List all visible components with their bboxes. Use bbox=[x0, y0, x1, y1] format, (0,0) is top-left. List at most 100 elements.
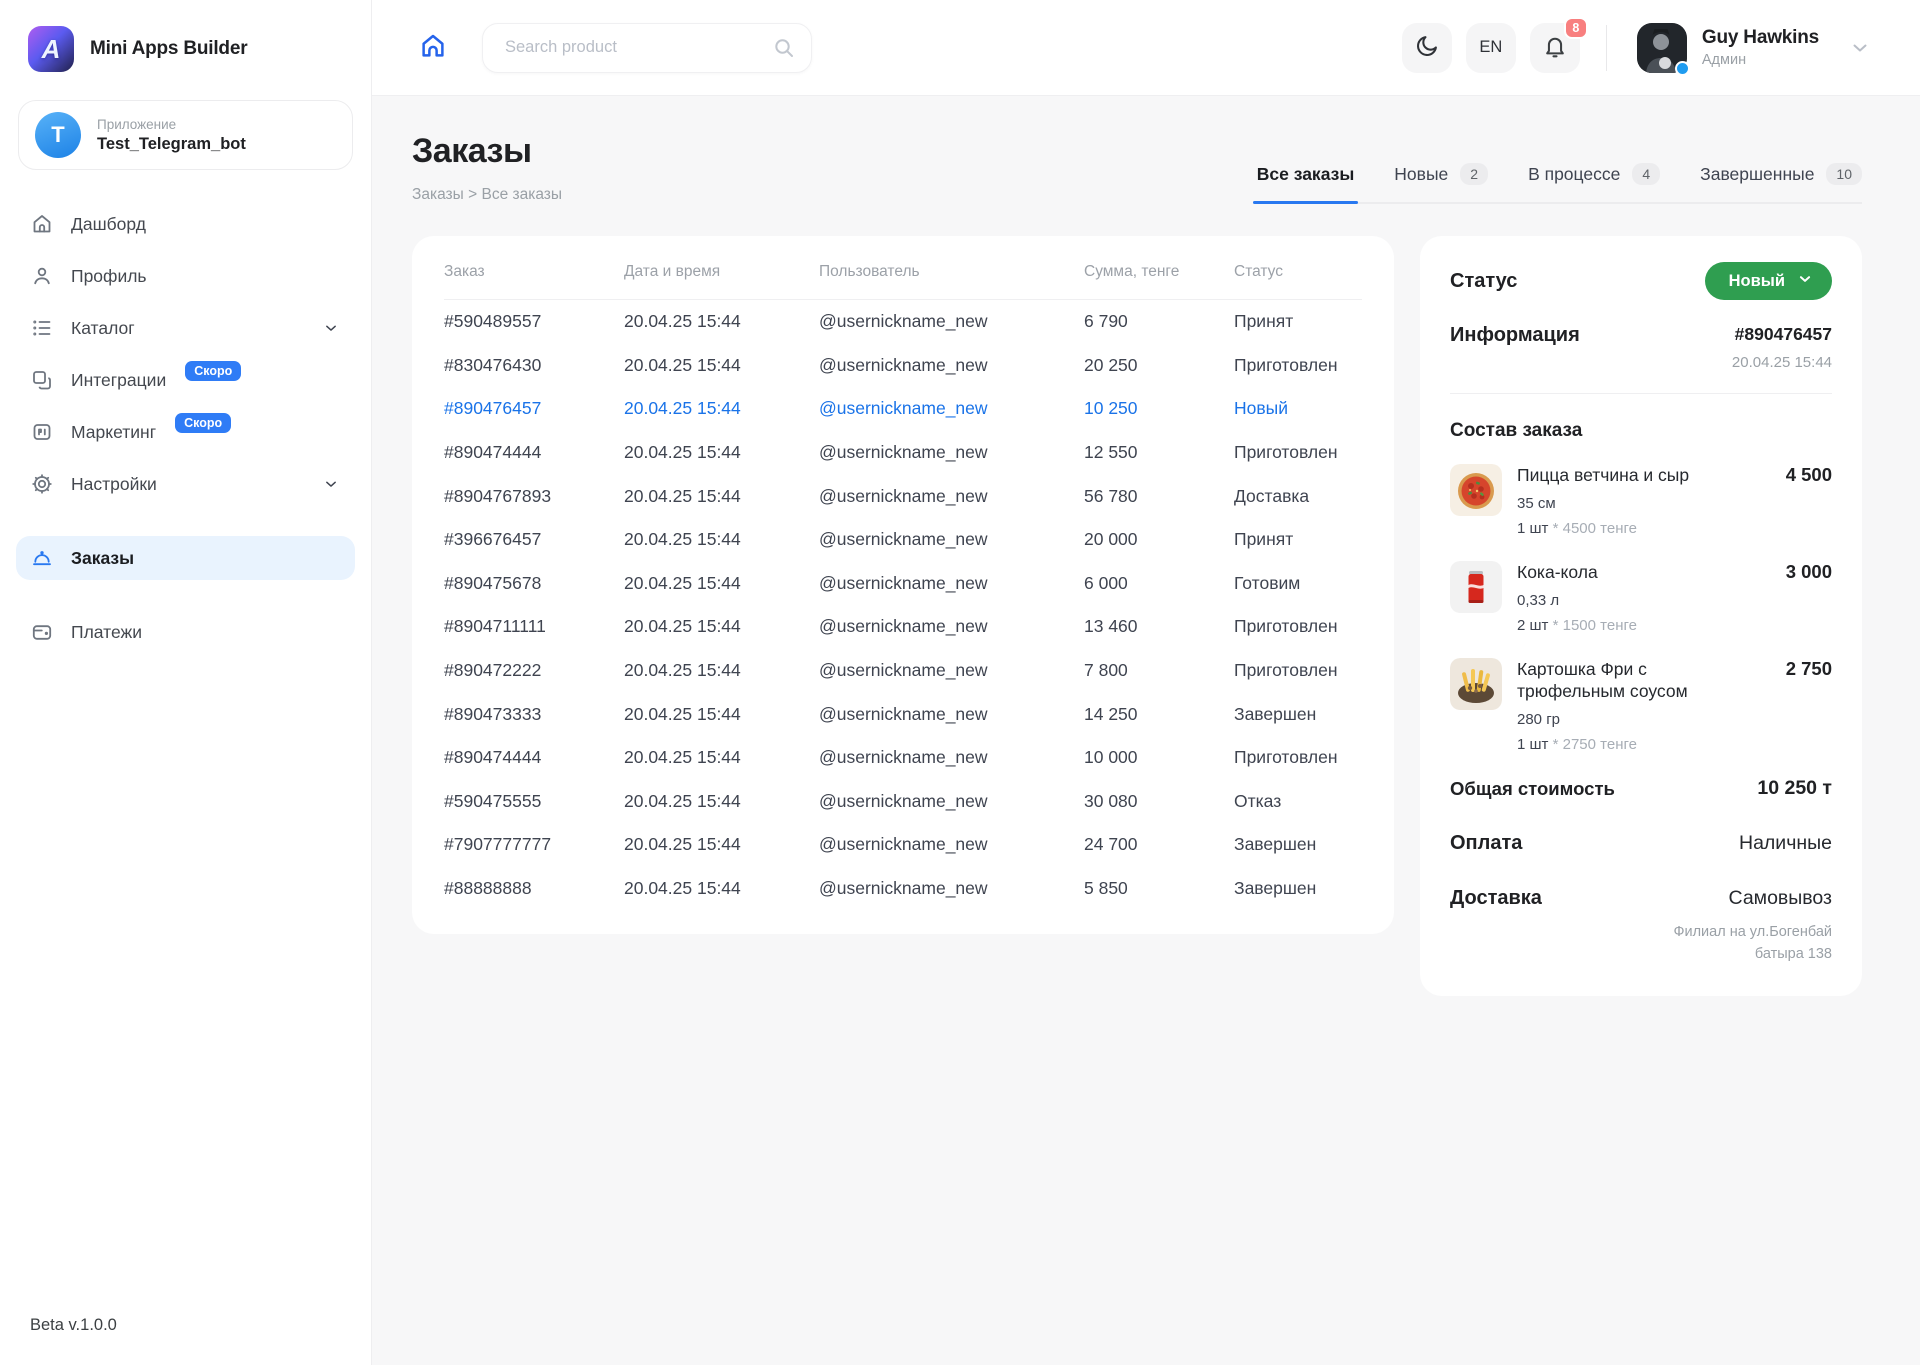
item-name: Пицца ветчина и сыр bbox=[1517, 464, 1732, 487]
app-selector-card[interactable]: T Приложение Test_Telegram_bot bbox=[18, 100, 353, 170]
table-row[interactable]: #88888888 20.04.25 15:44 @usernickname_n… bbox=[444, 867, 1362, 911]
tab-in-progress[interactable]: В процессе 4 bbox=[1528, 163, 1660, 202]
app-title: Mini Apps Builder bbox=[90, 38, 247, 60]
sidebar-item-marketing[interactable]: Маркетинг Скоро bbox=[16, 410, 355, 454]
sidebar-item-settings[interactable]: Настройки bbox=[16, 462, 355, 506]
order-amount: 5 850 bbox=[1084, 878, 1234, 899]
sidebar-item-orders[interactable]: Заказы bbox=[16, 536, 355, 580]
item-qty: 1 шт bbox=[1517, 736, 1548, 753]
order-amount: 56 780 bbox=[1084, 486, 1234, 507]
table-row[interactable]: #890476457 20.04.25 15:44 @usernickname_… bbox=[444, 387, 1362, 431]
sidebar-item-integrations[interactable]: Интеграции Скоро bbox=[16, 358, 355, 402]
table-row[interactable]: #8904767893 20.04.25 15:44 @usernickname… bbox=[444, 474, 1362, 518]
order-status: Принят bbox=[1234, 311, 1362, 332]
order-user: @usernickname_new bbox=[819, 442, 1084, 463]
order-user: @usernickname_new bbox=[819, 398, 1084, 419]
theme-toggle-button[interactable] bbox=[1402, 23, 1452, 73]
order-datetime: 20.04.25 15:44 bbox=[624, 398, 819, 419]
bot-avatar: T bbox=[35, 112, 81, 158]
sidebar-item-profile[interactable]: Профиль bbox=[16, 254, 355, 298]
order-user: @usernickname_new bbox=[819, 355, 1084, 376]
order-status: Завершен bbox=[1234, 834, 1362, 855]
table-row[interactable]: #830476430 20.04.25 15:44 @usernickname_… bbox=[444, 344, 1362, 388]
payment-label: Оплата bbox=[1450, 832, 1522, 855]
sidebar-item-catalog[interactable]: Каталог bbox=[16, 306, 355, 350]
order-status: Завершен bbox=[1234, 878, 1362, 899]
tab-label: Все заказы bbox=[1257, 164, 1355, 185]
sidebar-item-label: Каталог bbox=[71, 318, 135, 339]
app-brand: A Mini Apps Builder bbox=[0, 0, 371, 78]
home-icon bbox=[30, 212, 54, 236]
moon-icon bbox=[1414, 33, 1440, 62]
tab-completed[interactable]: Завершенные 10 bbox=[1700, 163, 1862, 202]
order-status: Принят bbox=[1234, 529, 1362, 550]
order-user: @usernickname_new bbox=[819, 747, 1084, 768]
item-qty: 1 шт bbox=[1517, 520, 1548, 537]
order-amount: 13 460 bbox=[1084, 616, 1234, 637]
tab-label: Завершенные bbox=[1700, 164, 1814, 185]
order-id: #8904767893 bbox=[444, 486, 624, 507]
total-row: Общая стоимость 10 250 т bbox=[1450, 777, 1832, 800]
user-menu[interactable]: Guy Hawkins Админ bbox=[1637, 23, 1872, 73]
order-id: #590489557 bbox=[444, 311, 624, 332]
marketing-icon bbox=[30, 420, 54, 444]
tab-all-orders[interactable]: Все заказы bbox=[1257, 163, 1355, 202]
table-row[interactable]: #890472222 20.04.25 15:44 @usernickname_… bbox=[444, 649, 1362, 693]
order-datetime: 20.04.25 15:44 bbox=[624, 791, 819, 812]
order-amount: 10 000 bbox=[1084, 747, 1234, 768]
user-avatar bbox=[1637, 23, 1687, 73]
table-row[interactable]: #890475678 20.04.25 15:44 @usernickname_… bbox=[444, 562, 1362, 606]
item-name: Картошка Фри с трюфельным соусом bbox=[1517, 658, 1732, 704]
search-input[interactable] bbox=[482, 23, 812, 73]
multiply-sign: * bbox=[1553, 736, 1559, 753]
column-header: Статус bbox=[1234, 263, 1362, 281]
multiply-sign: * bbox=[1553, 617, 1559, 634]
order-id: #8904711111 bbox=[444, 616, 624, 637]
orders-table-body: #590489557 20.04.25 15:44 @usernickname_… bbox=[444, 300, 1362, 910]
item-unit-price: 4500 тенге bbox=[1563, 520, 1637, 537]
status-value: Новый bbox=[1729, 272, 1785, 291]
order-user: @usernickname_new bbox=[819, 486, 1084, 507]
app-card-label: Приложение bbox=[97, 117, 246, 132]
sidebar-item-dashboard[interactable]: Дашборд bbox=[16, 202, 355, 246]
tab-new[interactable]: Новые 2 bbox=[1394, 163, 1488, 202]
status-dropdown[interactable]: Новый bbox=[1705, 262, 1832, 300]
table-row[interactable]: #8904711111 20.04.25 15:44 @usernickname… bbox=[444, 605, 1362, 649]
search-box bbox=[482, 23, 812, 73]
tab-label: В процессе bbox=[1528, 164, 1620, 185]
order-amount: 14 250 bbox=[1084, 704, 1234, 725]
table-row[interactable]: #890474444 20.04.25 15:44 @usernickname_… bbox=[444, 736, 1362, 780]
order-user: @usernickname_new bbox=[819, 834, 1084, 855]
order-user: @usernickname_new bbox=[819, 878, 1084, 899]
order-amount: 24 700 bbox=[1084, 834, 1234, 855]
table-row[interactable]: #7907777777 20.04.25 15:44 @usernickname… bbox=[444, 823, 1362, 867]
notifications-button[interactable]: 8 bbox=[1530, 23, 1580, 73]
table-row[interactable]: #396676457 20.04.25 15:44 @usernickname_… bbox=[444, 518, 1362, 562]
order-status: Приготовлен bbox=[1234, 616, 1362, 637]
breadcrumb-root[interactable]: Заказы bbox=[412, 186, 464, 203]
tab-label: Новые bbox=[1394, 164, 1448, 185]
order-items-title: Состав заказа bbox=[1450, 420, 1832, 442]
item-size: 0,33 л bbox=[1517, 592, 1761, 609]
sidebar-item-payments[interactable]: Платежи bbox=[16, 610, 355, 654]
table-row[interactable]: #890474444 20.04.25 15:44 @usernickname_… bbox=[444, 431, 1362, 475]
order-item: Пицца ветчина и сыр 35 см 1 шт * 4500 те… bbox=[1450, 464, 1832, 537]
chevron-down-icon bbox=[321, 474, 341, 494]
breadcrumb: Заказы > Все заказы bbox=[412, 186, 562, 204]
order-user: @usernickname_new bbox=[819, 660, 1084, 681]
table-row[interactable]: #590489557 20.04.25 15:44 @usernickname_… bbox=[444, 300, 1362, 344]
home-button[interactable] bbox=[414, 27, 452, 68]
order-status: Приготовлен bbox=[1234, 442, 1362, 463]
order-details-panel: Статус Новый Информация #890476457 20.04… bbox=[1420, 236, 1862, 996]
pizza-photo bbox=[1450, 464, 1502, 516]
panel-divider bbox=[1450, 393, 1832, 394]
sidebar-item-label: Дашборд bbox=[71, 214, 146, 235]
table-row[interactable]: #890473333 20.04.25 15:44 @usernickname_… bbox=[444, 692, 1362, 736]
sidebar-item-label: Настройки bbox=[71, 474, 157, 495]
order-datetime: 20.04.25 15:44 bbox=[624, 660, 819, 681]
order-amount: 30 080 bbox=[1084, 791, 1234, 812]
table-row[interactable]: #590475555 20.04.25 15:44 @usernickname_… bbox=[444, 780, 1362, 824]
language-button[interactable]: EN bbox=[1466, 23, 1516, 73]
order-tabs: Все заказы Новые 2 В процессе 4 Завершен… bbox=[1257, 163, 1862, 204]
total-label: Общая стоимость bbox=[1450, 778, 1615, 800]
